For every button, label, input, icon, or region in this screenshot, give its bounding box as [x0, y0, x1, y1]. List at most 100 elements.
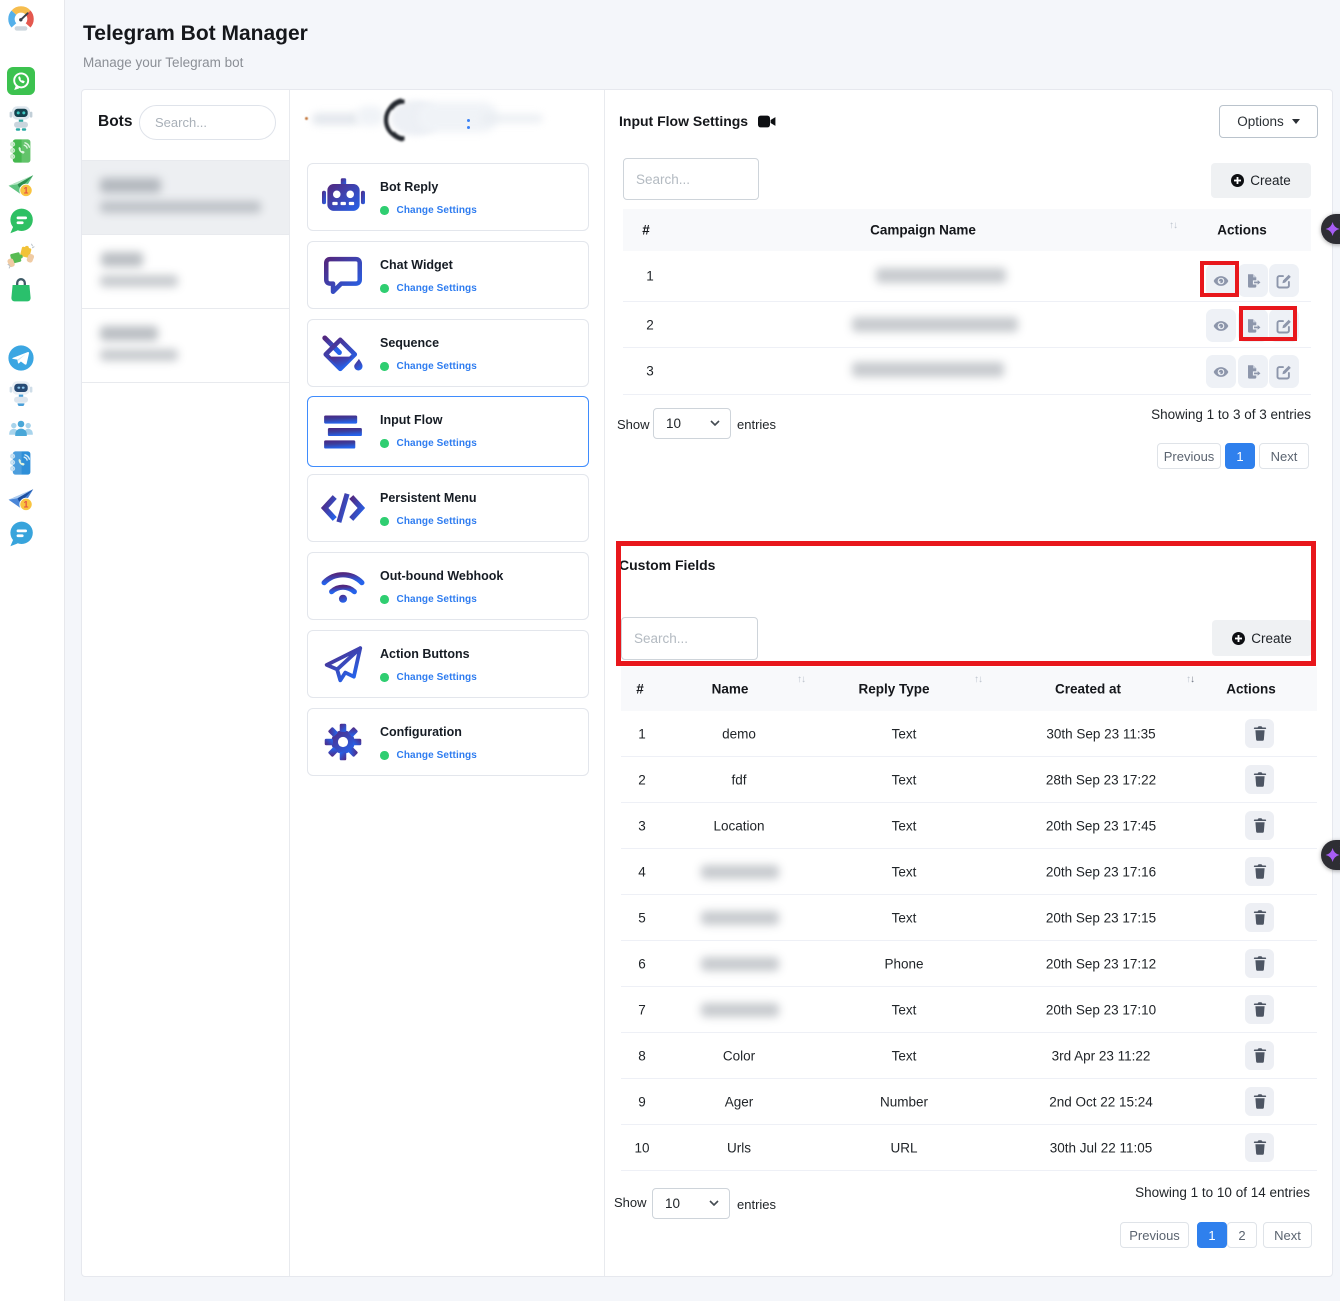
page-next-button[interactable]: Next	[1259, 443, 1309, 469]
change-settings-link[interactable]: Change Settings	[380, 438, 477, 449]
page-previous-button[interactable]: Previous	[1157, 443, 1221, 469]
page-number-button[interactable]: 2	[1227, 1222, 1257, 1248]
change-settings-link[interactable]: Change Settings	[380, 516, 477, 527]
export-button[interactable]	[1238, 309, 1268, 342]
settings-card-input-flow[interactable]: Input Flow Change Settings	[307, 396, 589, 467]
per-page-select[interactable]: 10	[653, 408, 731, 439]
redacted-dot	[305, 117, 308, 120]
change-settings-link[interactable]: Change Settings	[380, 283, 477, 294]
telegram-icon[interactable]	[7, 344, 35, 372]
flow-search-input[interactable]	[623, 158, 759, 200]
delete-button[interactable]	[1245, 995, 1274, 1024]
delete-button[interactable]	[1245, 1087, 1274, 1116]
change-settings-label: Change Settings	[397, 750, 477, 761]
robot-teal-icon[interactable]	[7, 103, 35, 131]
paper-plane-badge-blue-icon[interactable]: 1	[7, 486, 35, 514]
shopping-bag-icon[interactable]	[7, 276, 35, 304]
page-previous-button[interactable]: Previous	[1120, 1222, 1189, 1248]
custom-search-input[interactable]	[621, 617, 758, 660]
chat-bubble-green-icon[interactable]	[7, 207, 35, 235]
flow-create-button[interactable]: Create	[1211, 163, 1311, 198]
chevron-down-icon	[709, 1200, 719, 1206]
delete-button[interactable]	[1245, 811, 1274, 840]
app-icon-sidebar: 1 1	[0, 0, 65, 1301]
redacted-campaign-name	[852, 317, 1018, 332]
view-button[interactable]	[1206, 355, 1236, 388]
options-dropdown-button[interactable]: Options	[1219, 105, 1318, 138]
custom-create-button[interactable]: Create	[1212, 620, 1312, 656]
trash-icon	[1253, 1002, 1267, 1017]
change-settings-link[interactable]: Change Settings	[380, 205, 477, 216]
trash-icon	[1253, 818, 1267, 833]
page-number-button[interactable]: 1	[1225, 443, 1255, 469]
eye-icon	[1213, 364, 1229, 380]
view-button[interactable]	[1206, 309, 1236, 342]
per-page-select[interactable]: 10	[652, 1188, 730, 1219]
people-group-icon[interactable]	[7, 414, 35, 442]
sort-icon-active[interactable]: ↑↓	[1186, 674, 1194, 685]
edit-button[interactable]	[1269, 355, 1299, 388]
settings-card-persistent-menu[interactable]: Persistent Menu Change Settings	[307, 474, 589, 542]
cell-num: 6	[638, 956, 646, 971]
sort-icon[interactable]: ↑↓	[797, 674, 805, 685]
settings-card-bot-reply[interactable]: Bot Reply Change Settings	[307, 163, 589, 231]
delete-button[interactable]	[1245, 1041, 1274, 1070]
icon-graphic	[7, 414, 35, 442]
delete-button[interactable]	[1245, 1133, 1274, 1162]
column-header-name[interactable]: Name	[712, 682, 749, 697]
change-settings-label: Change Settings	[397, 516, 477, 527]
change-settings-link[interactable]: Change Settings	[380, 594, 477, 605]
redacted-name	[701, 911, 779, 925]
settings-card-chat-widget[interactable]: Chat Widget Change Settings	[307, 241, 589, 309]
delete-button[interactable]	[1245, 719, 1274, 748]
custom-table-header: # Name ↑↓ Reply Type ↑↓ Created at ↑↓ Ac…	[621, 667, 1317, 711]
settings-card-outbound-webhook[interactable]: Out-bound Webhook Change Settings	[307, 552, 589, 620]
sort-icon[interactable]: ↑↓	[974, 674, 982, 685]
column-header-reply-type[interactable]: Reply Type	[858, 682, 929, 697]
whatsapp-icon[interactable]	[7, 67, 35, 95]
delete-button[interactable]	[1245, 765, 1274, 794]
change-settings-link[interactable]: Change Settings	[380, 750, 477, 761]
custom-table-row: 9 Ager Number 2nd Oct 22 15:24	[621, 1079, 1317, 1125]
icon-graphic	[7, 137, 35, 165]
sort-icon[interactable]: ↑↓	[1169, 220, 1177, 231]
column-header-campaign[interactable]: Campaign Name	[870, 223, 976, 238]
column-header-created-at[interactable]: Created at	[1055, 682, 1121, 697]
view-button[interactable]	[1206, 264, 1236, 297]
change-settings-link[interactable]: Change Settings	[380, 361, 477, 372]
bots-search-input[interactable]	[139, 105, 276, 140]
settings-card-sequence[interactable]: Sequence Change Settings	[307, 319, 589, 387]
page-number-button[interactable]: 1	[1197, 1222, 1227, 1248]
page-next-button[interactable]: Next	[1263, 1222, 1312, 1248]
chat-bubble-blue-icon[interactable]	[7, 520, 35, 548]
edit-button[interactable]	[1269, 264, 1299, 297]
bot-list-item[interactable]	[82, 309, 289, 383]
speedometer-icon[interactable]	[7, 5, 35, 33]
delete-button[interactable]	[1245, 949, 1274, 978]
contacts-green-icon[interactable]	[7, 137, 35, 165]
puzzle-hands-icon[interactable]	[7, 242, 35, 270]
settings-card-action-buttons[interactable]: Action Buttons Change Settings	[307, 630, 589, 698]
redacted-name	[701, 1003, 779, 1017]
cell-reply-type: Text	[892, 864, 917, 879]
bot-list-item[interactable]	[82, 235, 289, 309]
cell-num: 8	[638, 1048, 646, 1063]
contacts-blue-icon[interactable]	[7, 449, 35, 477]
change-settings-label: Change Settings	[397, 672, 477, 683]
delete-button[interactable]	[1245, 857, 1274, 886]
icon-graphic	[323, 415, 363, 449]
export-button[interactable]	[1238, 355, 1268, 388]
settings-card-configuration[interactable]: Configuration Change Settings	[307, 708, 589, 776]
cell-reply-type: Text	[892, 1002, 917, 1017]
trash-icon	[1253, 726, 1267, 741]
delete-button[interactable]	[1245, 903, 1274, 932]
column-header-num: #	[642, 223, 650, 238]
change-settings-link[interactable]: Change Settings	[380, 672, 477, 683]
bot-list-item[interactable]	[82, 161, 289, 235]
edit-square-icon	[1276, 273, 1292, 289]
export-button[interactable]	[1238, 264, 1268, 297]
status-dot	[380, 517, 389, 526]
edit-button[interactable]	[1269, 309, 1299, 342]
paper-plane-badge-green-icon[interactable]: 1	[7, 172, 35, 200]
robot-blue-icon[interactable]	[7, 378, 35, 406]
